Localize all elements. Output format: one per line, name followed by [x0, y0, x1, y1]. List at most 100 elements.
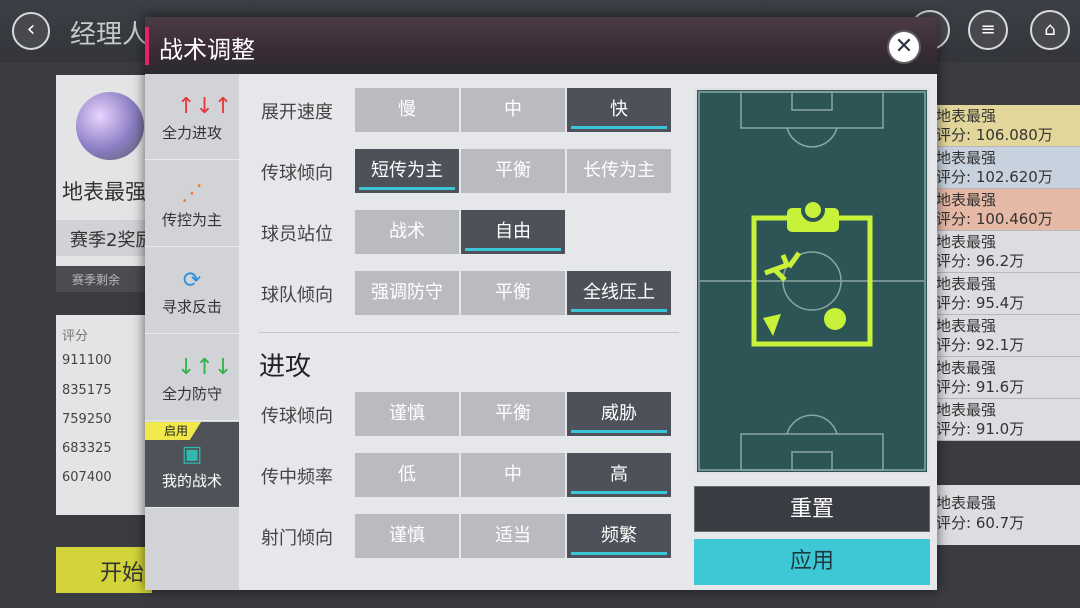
ranking-name: 地表最强: [936, 401, 997, 419]
sidebar-item-label: 全力防守: [161, 385, 222, 403]
option-button[interactable]: 自由: [461, 210, 565, 254]
modal-title: 战术调整: [159, 36, 255, 64]
option-button[interactable]: 平衡: [461, 149, 565, 193]
ranking-name: 地表最强: [936, 233, 997, 251]
setting-options: 战术 自由: [355, 210, 567, 254]
apply-button[interactable]: 应用: [694, 539, 930, 585]
chart-tick: 683325: [62, 441, 112, 456]
sidebar-item-label: 我的战术: [161, 472, 222, 490]
sidebar-item-label: 传控为主: [161, 211, 222, 229]
ranking-row: 地表最强 评分: 95.4万: [936, 273, 1080, 315]
setting-label: 传中频率: [261, 467, 333, 488]
option-button[interactable]: 全线压上: [567, 271, 671, 315]
season-remaining: 赛季剩余: [56, 266, 156, 292]
page-title: 经理人: [70, 20, 149, 50]
ranking-score: 评分: 60.7万: [936, 514, 1025, 532]
chart-label: 评分: [62, 329, 89, 344]
setting-label: 射门倾向: [261, 528, 333, 549]
ranking-score: 评分: 92.1万: [936, 336, 1025, 354]
tactics-sidebar: ↑↓↑ 全力进攻 ⋰ 传控为主 ⟳ 寻求反击 ↓↑↓ 全力防守 启用 ▣ 我的战术: [145, 74, 239, 590]
setting-label: 球队倾向: [261, 285, 333, 306]
sidebar-item-label: 寻求反击: [161, 298, 222, 316]
sidebar-item-2[interactable]: ⟳ 寻求反击: [145, 248, 239, 334]
ranking-name: 地表最强: [936, 149, 997, 167]
counter-attack-icon: ⟳: [182, 268, 202, 293]
option-button[interactable]: 战术: [355, 210, 459, 254]
score-chart: 评分 911100 835175 759250 683325 607400: [56, 315, 152, 515]
modal-header: 战术调整 ✕: [145, 17, 937, 74]
option-button[interactable]: 谨慎: [355, 514, 459, 558]
option-button[interactable]: 短传为主: [355, 149, 459, 193]
chart-tick: 911100: [62, 353, 112, 368]
back-button[interactable]: ‹: [12, 12, 50, 50]
option-button[interactable]: 威胁: [567, 392, 671, 436]
ranking-score: 评分: 102.620万: [936, 168, 1053, 186]
option-button[interactable]: 快: [567, 88, 671, 132]
ranking-list: 地表最强 评分: 106.080万 地表最强 评分: 102.620万 地表最强 评分: …: [936, 105, 1080, 455]
ranking-score: 评分: 91.0万: [936, 420, 1025, 438]
ranking-score: 评分: 106.080万: [936, 126, 1053, 144]
option-button[interactable]: 中: [461, 453, 565, 497]
ranking-row: 地表最强 评分: 96.2万: [936, 231, 1080, 273]
setting-options: 强调防守 平衡 全线压上: [355, 271, 673, 315]
ranking-score: 评分: 100.460万: [936, 210, 1053, 228]
start-button[interactable]: 开始: [56, 547, 152, 593]
ranking-name: 地表最强: [936, 107, 997, 125]
chart-tick: 607400: [62, 470, 112, 485]
ranking-row: 地表最强 评分: 106.080万: [936, 105, 1080, 147]
setting-options: 慢中快: [355, 88, 673, 132]
ranking-row: 地表最强 评分: 91.6万: [936, 357, 1080, 399]
sidebar-item-4[interactable]: 启用 ▣ 我的战术: [145, 422, 239, 508]
section-attack-title: 进攻: [259, 352, 312, 382]
option-button[interactable]: 慢: [355, 88, 459, 132]
club-badge-icon: [76, 92, 144, 160]
pitch-svg: [698, 91, 926, 471]
setting-options: 低中高: [355, 453, 673, 497]
close-button[interactable]: ✕: [889, 32, 919, 62]
option-button[interactable]: 适当: [461, 514, 565, 558]
club-name: 地表最强: [62, 180, 146, 204]
setting-label: 球员站位: [261, 224, 333, 245]
ranking-row: 地表最强 评分: 102.620万: [936, 147, 1080, 189]
chart-tick: 759250: [62, 412, 112, 427]
checklist-icon[interactable]: ≡: [968, 10, 1008, 50]
setting-options: 短传为主 平衡 长传为主: [355, 149, 673, 193]
option-button[interactable]: 平衡: [461, 392, 565, 436]
ranking-score: 评分: 96.2万: [936, 252, 1025, 270]
active-badge: 启用: [145, 422, 201, 440]
ranking-row: 地表最强 评分: 92.1万: [936, 315, 1080, 357]
section-divider: [259, 332, 679, 333]
season-reward[interactable]: 赛季2奖励: [56, 220, 156, 256]
sidebar-item-0[interactable]: ↑↓↑ 全力进攻: [145, 74, 239, 160]
ranking-name: 地表最强: [936, 275, 997, 293]
option-button[interactable]: 高: [567, 453, 671, 497]
option-button[interactable]: 低: [355, 453, 459, 497]
ranking-name: 地表最强: [936, 191, 997, 209]
sidebar-item-1[interactable]: ⋰ 传控为主: [145, 161, 239, 247]
clipboard-icon: ▣: [181, 442, 203, 467]
chart-tick: 835175: [62, 383, 112, 398]
option-button[interactable]: 频繁: [567, 514, 671, 558]
home-icon[interactable]: ⌂: [1030, 10, 1070, 50]
attack-arrows-icon: ↑↓↑: [177, 94, 233, 119]
sidebar-item-3[interactable]: ↓↑↓ 全力防守: [145, 335, 239, 421]
reset-button[interactable]: 重置: [694, 486, 930, 532]
setting-options: 谨慎 适当 频繁: [355, 514, 673, 558]
ranking-self-row: 地表最强 评分: 60.7万: [936, 485, 1080, 545]
ranking-name: 地表最强: [936, 359, 997, 377]
option-button[interactable]: 平衡: [461, 271, 565, 315]
option-button[interactable]: 谨慎: [355, 392, 459, 436]
sidebar-item-label: 全力进攻: [161, 124, 222, 142]
pitch-preview: [695, 88, 929, 474]
close-icon: ✕: [894, 34, 914, 59]
modal-body: ↑↓↑ 全力进攻 ⋰ 传控为主 ⟳ 寻求反击 ↓↑↓ 全力防守 启用 ▣ 我的战术 展开速度慢中快传…: [145, 74, 937, 590]
option-button[interactable]: 强调防守: [355, 271, 459, 315]
ranking-score: 评分: 91.6万: [936, 378, 1025, 396]
ranking-row: 地表最强 评分: 100.460万: [936, 189, 1080, 231]
option-button[interactable]: 长传为主: [567, 149, 671, 193]
tactics-modal: 战术调整 ✕ ↑↓↑ 全力进攻 ⋰ 传控为主 ⟳ 寻求反击 ↓↑↓ 全力防守 启用 ▣ 我的战术 展…: [145, 17, 937, 590]
ranking-score: 评分: 95.4万: [936, 294, 1025, 312]
setting-label: 展开速度: [261, 102, 333, 123]
option-button[interactable]: 中: [461, 88, 565, 132]
setting-label: 传球倾向: [261, 163, 333, 184]
